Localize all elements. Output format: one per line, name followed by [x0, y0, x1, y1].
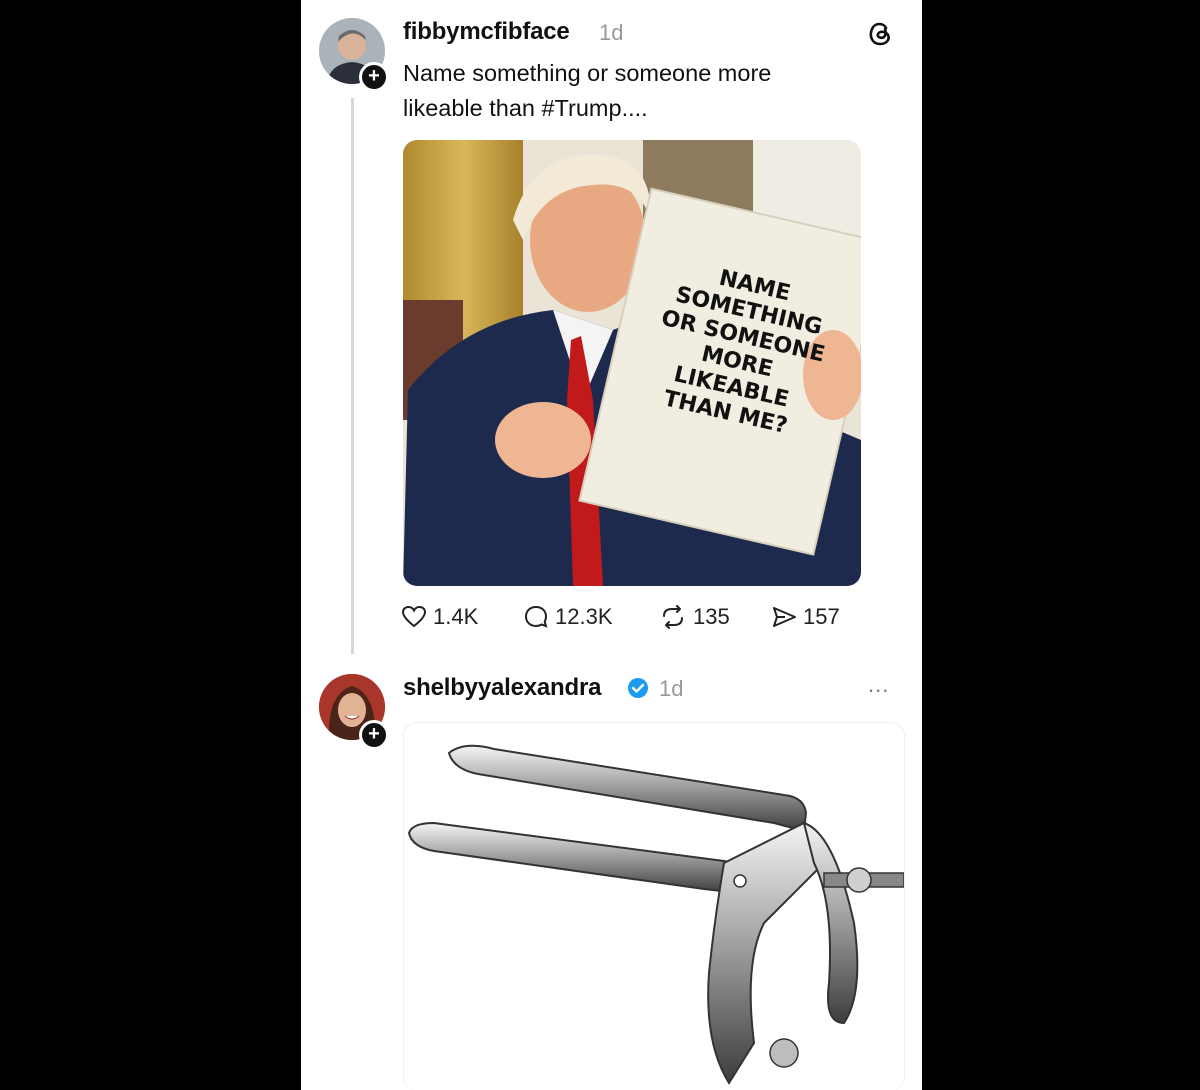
reply-timestamp: 1d — [659, 676, 684, 701]
follow-plus-button[interactable]: + — [359, 62, 389, 92]
like-button[interactable]: 1.4K — [401, 604, 478, 630]
share-count: 157 — [803, 604, 840, 629]
post-text-line-2: likeable than #Trump.... — [403, 95, 648, 121]
more-icon[interactable]: ... — [868, 672, 889, 698]
follow-plus-button[interactable]: + — [359, 720, 389, 750]
reply-image[interactable] — [403, 722, 905, 1090]
share-icon — [771, 605, 797, 629]
threads-logo-icon[interactable] — [867, 19, 893, 47]
repost-button[interactable]: 135 — [659, 604, 730, 630]
post-timestamp: 1d — [599, 20, 624, 45]
comment-icon — [523, 604, 549, 630]
reply-count: 12.3K — [555, 604, 613, 629]
like-count: 1.4K — [433, 604, 479, 629]
verified-icon — [627, 677, 649, 704]
reply-username[interactable]: shelbyyalexandra — [403, 674, 601, 702]
repost-icon — [659, 605, 687, 629]
share-button[interactable]: 157 — [771, 604, 840, 630]
reply-button[interactable]: 12.3K — [523, 604, 613, 630]
reply-image-illustration — [407, 744, 904, 1085]
repost-count: 135 — [693, 604, 730, 629]
post-text-line-1: Name something or someone more — [403, 60, 772, 86]
threads-feed-panel: + fibbymcfibface 1d Name something or so… — [301, 0, 922, 1090]
post-image-illustration: NAME SOMETHING OR SOMEONE MORE LIKEABLE … — [403, 140, 861, 586]
post-username[interactable]: fibbymcfibface — [403, 18, 570, 46]
thread-line — [351, 98, 354, 654]
heart-icon — [401, 605, 427, 629]
post-image[interactable]: NAME SOMETHING OR SOMEONE MORE LIKEABLE … — [403, 140, 861, 586]
